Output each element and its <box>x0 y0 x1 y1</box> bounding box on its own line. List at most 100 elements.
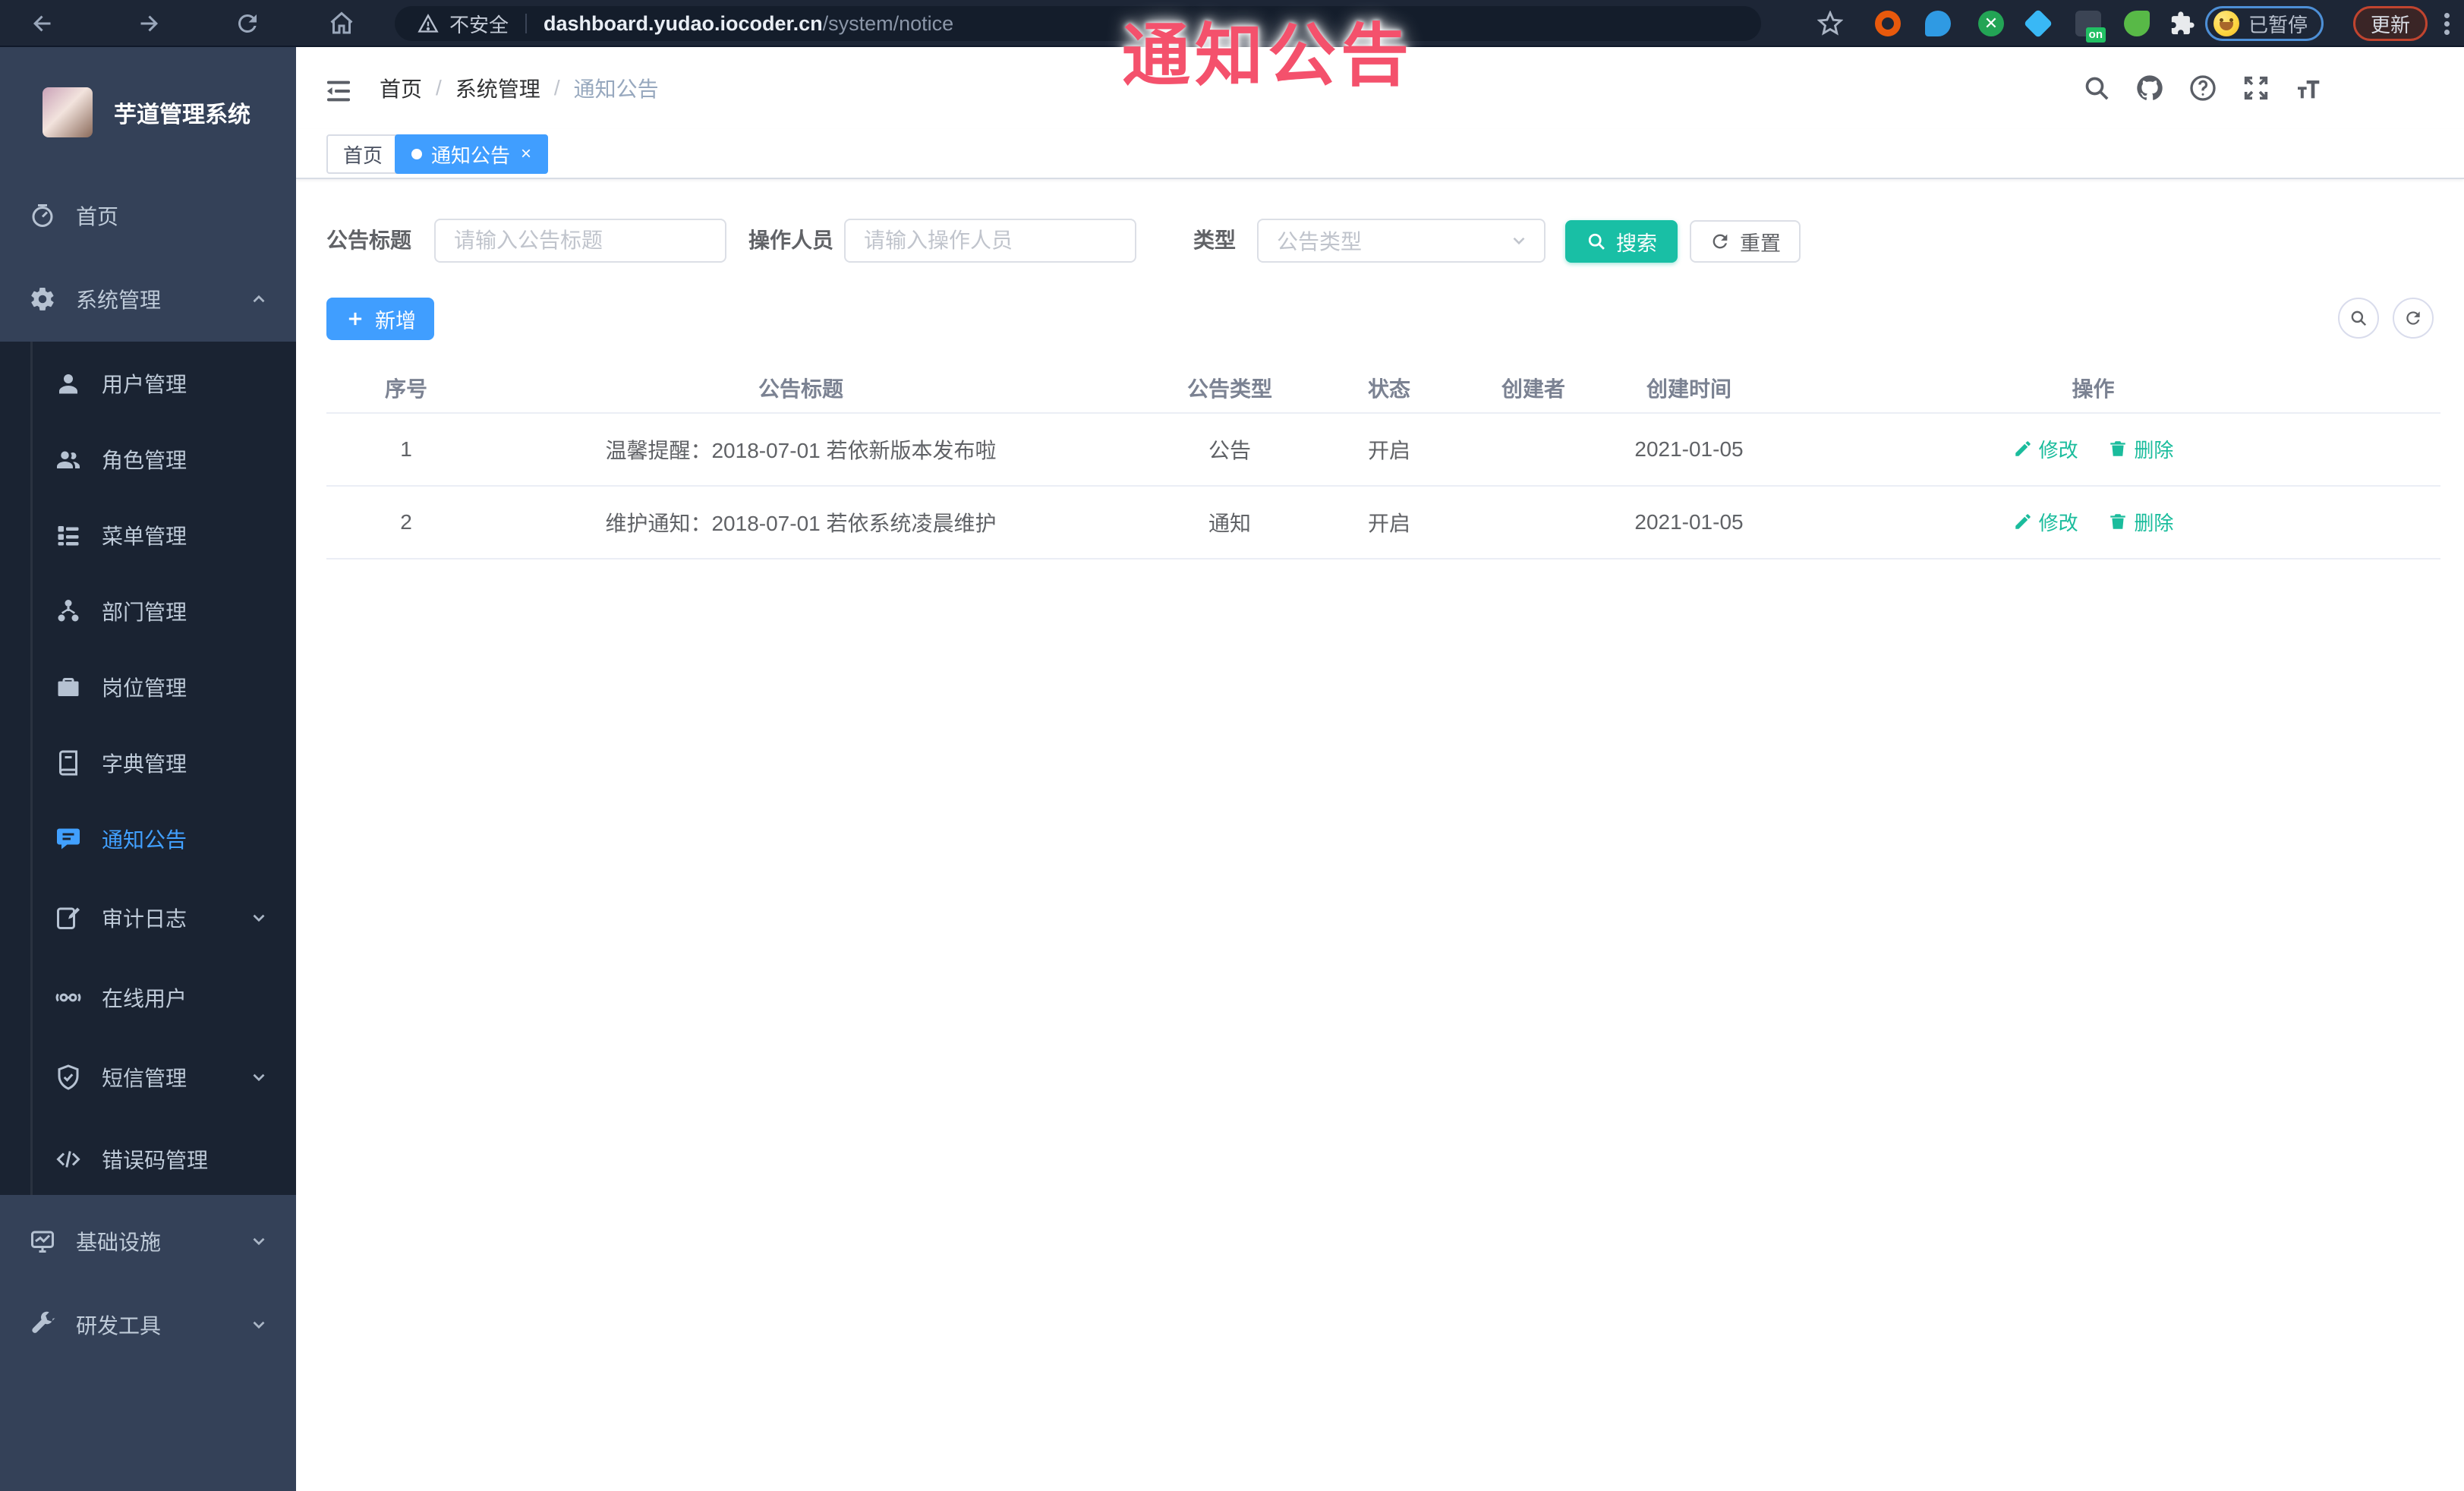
plus-icon <box>348 312 362 326</box>
sidebar-item-notice-announcement[interactable]: 通知公告 <box>0 815 296 863</box>
sidebar-item-error-code-management[interactable]: 错误码管理 <box>0 1135 296 1184</box>
sidebar-item-label: 研发工具 <box>76 1314 162 1338</box>
sidebar-item-online-users[interactable]: 在线用户 <box>0 973 296 1022</box>
users-icon <box>55 446 82 473</box>
browser-forward-icon[interactable] <box>135 10 162 37</box>
tab-label: 通知公告 <box>431 143 511 167</box>
browser-address-bar[interactable]: 不安全 dashboard.yudao.iocoder.cn/system/no… <box>395 6 1761 41</box>
cell-status: 开启 <box>1344 413 1435 487</box>
tab-home[interactable]: 首页 <box>326 134 400 174</box>
sidebar-item-dev-tools[interactable]: 研发工具 <box>0 1300 296 1349</box>
sidebar-item-menu-management[interactable]: 菜单管理 <box>0 511 296 560</box>
reset-button[interactable]: 重置 <box>1690 220 1801 263</box>
cell-actions: 修改 删除 <box>1746 413 2440 487</box>
browser-back-icon[interactable] <box>29 10 56 37</box>
fullscreen-icon[interactable] <box>2241 73 2271 103</box>
refresh-icon <box>2406 311 2420 325</box>
sidebar-item-label: 首页 <box>76 205 119 229</box>
extension-icon[interactable] <box>1925 11 1951 36</box>
refresh-icon <box>1713 234 1728 249</box>
delete-link[interactable]: 删除 <box>2108 435 2173 463</box>
sidebar-item-sms-management[interactable]: 短信管理 <box>0 1053 296 1102</box>
search-icon <box>1588 233 1605 250</box>
browser-menu-icon[interactable] <box>2441 10 2452 38</box>
edit-link[interactable]: 修改 <box>2013 508 2078 536</box>
not-secure-warning-icon <box>417 13 439 34</box>
type-label: 类型 <box>1193 229 1237 252</box>
notice-bubble-icon <box>55 825 82 853</box>
sidebar-item-user-management[interactable]: 用户管理 <box>0 359 296 408</box>
table-row: 2 维护通知：2018-07-01 若依系统凌晨维护 通知 开启 2021-01… <box>326 486 2440 560</box>
font-size-icon[interactable] <box>2294 73 2324 103</box>
sidebar-item-home[interactable]: 首页 <box>0 191 296 240</box>
table-row: 1 温馨提醒：2018-07-01 若依新版本发布啦 公告 开启 2021-01… <box>326 413 2440 487</box>
column-header-creator: 创建者 <box>1435 363 1632 414</box>
extension-icon[interactable] <box>1875 11 1901 36</box>
add-button[interactable]: 新增 <box>326 298 434 340</box>
breadcrumb-item[interactable]: 系统管理 <box>455 73 540 103</box>
breadcrumb-item[interactable]: 首页 <box>380 73 422 103</box>
extension-icon[interactable] <box>2023 8 2053 39</box>
cell-title: 维护通知：2018-07-01 若依系统凌晨维护 <box>486 486 1116 560</box>
chevron-down-icon <box>1509 231 1529 251</box>
bookmark-star-icon[interactable] <box>1817 11 1843 36</box>
browser-update-button[interactable]: 更新 <box>2353 6 2428 41</box>
sidebar-item-label: 岗位管理 <box>102 676 187 700</box>
notice-type-select[interactable]: 公告类型 <box>1257 219 1546 263</box>
sidebar-item-role-management[interactable]: 角色管理 <box>0 435 296 484</box>
tab-notice-announcement[interactable]: 通知公告 × <box>395 134 549 174</box>
sidebar: 芋道管理系统 首页 系统管理 用户管理 角色管理 菜单管理 部门管理 岗位管理 … <box>0 47 296 1491</box>
url-path: /system/notice <box>822 11 954 35</box>
sidebar-item-label: 系统管理 <box>76 288 162 312</box>
delete-link[interactable]: 删除 <box>2108 508 2173 536</box>
sidebar-item-audit-log[interactable]: 审计日志 <box>0 894 296 942</box>
column-header-status: 状态 <box>1344 363 1435 414</box>
chevron-down-icon <box>249 908 269 928</box>
column-header-actions: 操作 <box>1746 363 2440 414</box>
sidebar-item-post-management[interactable]: 岗位管理 <box>0 663 296 711</box>
sidebar-item-label: 基础设施 <box>76 1231 162 1254</box>
sidebar-item-label: 在线用户 <box>102 987 187 1010</box>
github-icon[interactable] <box>2135 73 2165 103</box>
cell-actions: 修改 删除 <box>1746 486 2440 560</box>
extension-icon[interactable] <box>2124 11 2150 36</box>
sidebar-item-dict-management[interactable]: 字典管理 <box>0 739 296 787</box>
extension-icon[interactable]: ✕ <box>1978 11 2004 36</box>
notice-title-label: 公告标题 <box>326 229 412 252</box>
search-icon <box>2351 310 2367 326</box>
cell-index: 1 <box>326 413 486 487</box>
operator-input[interactable] <box>844 219 1136 263</box>
select-placeholder: 公告类型 <box>1277 230 1363 254</box>
sidebar-item-department-management[interactable]: 部门管理 <box>0 587 296 635</box>
breadcrumb-separator: / <box>436 76 442 99</box>
help-icon[interactable] <box>2188 73 2218 103</box>
tags-view-bar: 首页 通知公告 × <box>296 129 2464 179</box>
app-logo-image <box>43 87 93 137</box>
profile-emoji-avatar <box>2214 11 2239 36</box>
column-header-title: 公告标题 <box>486 363 1116 414</box>
sidebar-item-system-management[interactable]: 系统管理 <box>0 275 296 323</box>
breadcrumb: 首页 / 系统管理 / 通知公告 <box>380 47 659 129</box>
search-button[interactable]: 搜索 <box>1565 220 1678 263</box>
chevron-down-icon <box>249 1315 269 1335</box>
edit-link[interactable]: 修改 <box>2013 435 2078 463</box>
cell-title: 温馨提醒：2018-07-01 若依新版本发布啦 <box>486 413 1116 487</box>
monitor-icon <box>29 1228 56 1255</box>
profile-paused-badge[interactable]: 已暂停 <box>2205 6 2324 41</box>
browser-reload-icon[interactable] <box>234 10 261 37</box>
sidebar-collapse-icon[interactable] <box>323 76 354 102</box>
browser-home-icon[interactable] <box>328 10 355 37</box>
notice-title-input[interactable] <box>434 219 726 263</box>
extension-icon[interactable]: on <box>2075 11 2106 43</box>
security-warning-label[interactable]: 不安全 <box>449 10 509 38</box>
toggle-search-button[interactable] <box>2338 298 2379 339</box>
tab-label: 首页 <box>343 143 383 167</box>
sidebar-item-label: 审计日志 <box>102 907 187 931</box>
app-logo-row[interactable]: 芋道管理系统 <box>0 67 296 158</box>
sidebar-item-infrastructure[interactable]: 基础设施 <box>0 1217 296 1266</box>
tab-close-icon[interactable]: × <box>521 143 531 165</box>
refresh-table-button[interactable] <box>2393 298 2434 339</box>
sidebar-item-label: 通知公告 <box>102 828 187 852</box>
extensions-puzzle-icon[interactable] <box>2169 11 2195 36</box>
header-search-icon[interactable] <box>2081 73 2112 103</box>
